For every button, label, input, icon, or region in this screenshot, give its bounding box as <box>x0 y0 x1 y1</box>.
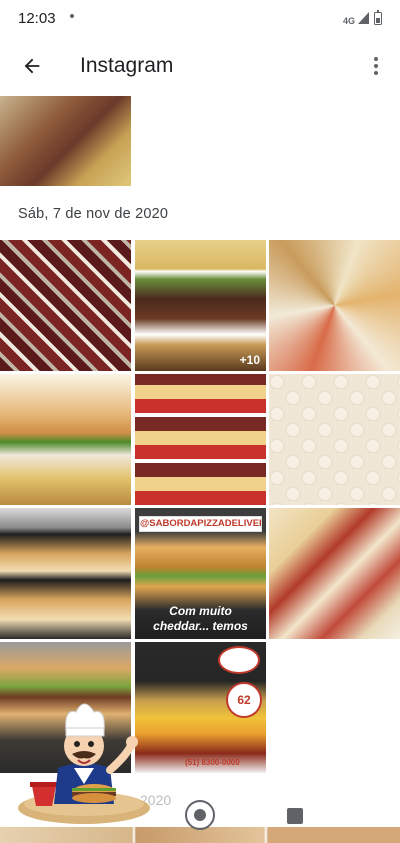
photo-thumbnail[interactable] <box>0 240 131 371</box>
arrow-back-icon <box>24 58 40 74</box>
photo-thumbnail[interactable]: 62 (51) 8300-0000 <box>135 642 266 773</box>
back-button[interactable] <box>4 38 60 94</box>
photo-caption-text: Com muito cheddar... temos <box>135 604 266 634</box>
recents-square-icon[interactable] <box>287 808 303 824</box>
price-badge: 62 <box>226 682 262 718</box>
notification-dot-icon <box>69 14 74 18</box>
phone-text: (51) 8300-0000 <box>185 758 240 767</box>
app-bar: Instagram <box>0 36 400 96</box>
photo-thumbnail[interactable]: @SABORDAPIZZADELIVERY Com muito cheddar.… <box>135 508 266 639</box>
more-vert-icon-dot <box>374 71 378 75</box>
photo-thumbnail[interactable] <box>269 508 400 639</box>
more-options-button[interactable] <box>352 42 400 90</box>
photo-thumbnail[interactable] <box>0 96 131 186</box>
date-header: Sáb, 7 de nov de 2020 <box>18 206 169 222</box>
photo-thumbnail[interactable]: +10 <box>135 240 266 371</box>
photo-thumbnail[interactable] <box>269 240 400 371</box>
more-photos-badge: +10 <box>239 353 260 367</box>
home-nav-button[interactable] <box>185 800 215 830</box>
home-circle-icon <box>194 809 206 821</box>
photo-handle-text: @SABORDAPIZZADELIVERY <box>139 516 262 532</box>
status-icons: 4G <box>342 9 382 26</box>
photo-thumbnail[interactable] <box>269 374 400 505</box>
more-vert-icon-dot <box>374 57 378 61</box>
network-type-label: 4G <box>342 16 355 26</box>
chef-mascot-icon <box>18 703 150 824</box>
status-bar: 12:03 4G <box>0 0 400 36</box>
photo-thumbnail[interactable] <box>135 374 266 505</box>
page-title: Instagram <box>80 54 174 77</box>
photo-caption-line: Com muito <box>169 604 232 618</box>
signal-icon <box>358 12 369 24</box>
photo-thumbnail[interactable] <box>0 374 131 505</box>
photo-caption-line: cheddar... temos <box>153 619 248 633</box>
photo-thumbnail[interactable] <box>0 508 131 639</box>
status-time: 12:03 <box>18 9 56 27</box>
more-vert-icon-dot <box>374 64 378 68</box>
pizzeria-logo-icon <box>218 646 260 674</box>
battery-icon <box>374 9 382 25</box>
